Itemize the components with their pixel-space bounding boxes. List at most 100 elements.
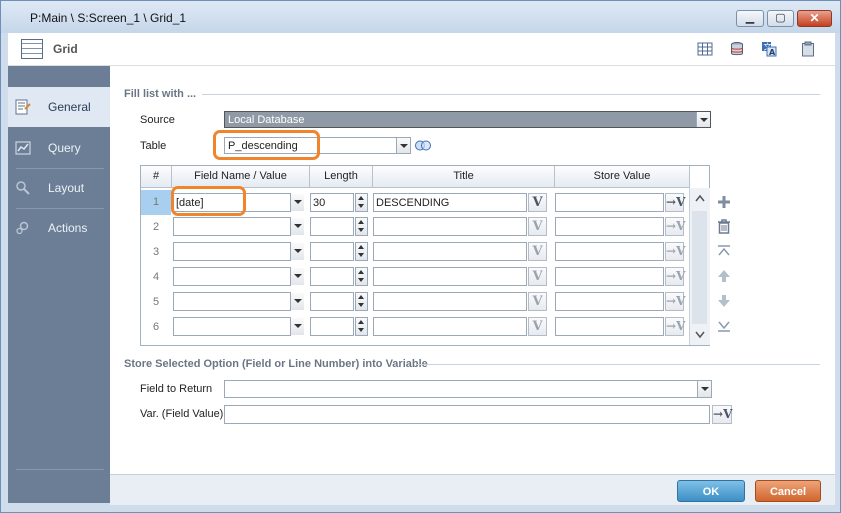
store-input[interactable] bbox=[555, 267, 664, 286]
row-number[interactable]: 1 bbox=[141, 190, 171, 215]
title-variable-button[interactable]: V bbox=[528, 317, 547, 336]
title-input[interactable]: DESCENDING bbox=[373, 193, 527, 212]
title-input[interactable] bbox=[373, 267, 527, 286]
scroll-up-icon[interactable] bbox=[695, 194, 705, 202]
translate-icon[interactable]: 文 A bbox=[761, 41, 777, 57]
database-icon[interactable] bbox=[729, 41, 745, 57]
title-input[interactable] bbox=[373, 317, 527, 336]
sidebar-item-general[interactable]: General bbox=[8, 87, 110, 127]
table-highlight bbox=[213, 130, 320, 160]
length-stepper[interactable] bbox=[355, 242, 368, 261]
table-label: Table bbox=[140, 140, 167, 152]
chevron-down-icon[interactable] bbox=[290, 218, 304, 235]
chevron-down-icon[interactable] bbox=[290, 268, 304, 285]
title-input[interactable] bbox=[373, 217, 527, 236]
section-divider bbox=[417, 364, 820, 365]
store-variable-button[interactable]: →V bbox=[665, 292, 685, 311]
title-variable-button[interactable]: V bbox=[528, 217, 547, 236]
table-view-icon[interactable] bbox=[697, 41, 713, 57]
row-number[interactable]: 5 bbox=[141, 290, 171, 315]
length-input[interactable] bbox=[310, 267, 354, 286]
move-top-icon[interactable] bbox=[716, 243, 732, 259]
store-variable-button[interactable]: →V bbox=[665, 242, 685, 261]
source-label: Source bbox=[140, 114, 175, 126]
field-select[interactable] bbox=[173, 217, 304, 236]
sidebar-item-label: Query bbox=[48, 141, 81, 155]
grid-header-number: # bbox=[141, 166, 172, 188]
grid-scrollbar[interactable] bbox=[689, 188, 710, 345]
add-row-icon[interactable] bbox=[716, 194, 732, 210]
move-up-icon[interactable] bbox=[716, 268, 732, 284]
title-variable-button[interactable]: V bbox=[528, 193, 547, 212]
grid-header-length: Length bbox=[310, 166, 373, 188]
close-button[interactable]: ✕ bbox=[797, 10, 832, 27]
var-variable-button[interactable]: →V bbox=[712, 405, 732, 424]
ok-button[interactable]: OK bbox=[677, 480, 745, 502]
sidebar-item-layout[interactable]: Layout bbox=[8, 168, 110, 208]
store-input[interactable] bbox=[555, 317, 664, 336]
length-stepper[interactable] bbox=[355, 292, 368, 311]
window-title: P:Main \ S:Screen_1 \ Grid_1 bbox=[30, 11, 187, 25]
sidebar-item-query[interactable]: Query bbox=[8, 128, 110, 168]
sidebar-item-label: Layout bbox=[48, 181, 85, 195]
title-input[interactable] bbox=[373, 242, 527, 261]
length-stepper[interactable] bbox=[355, 317, 368, 336]
length-input[interactable] bbox=[310, 242, 354, 261]
store-section-title: Store Selected Option (Field or Line Num… bbox=[124, 358, 428, 370]
move-down-icon[interactable] bbox=[716, 293, 732, 309]
maximize-button[interactable]: ▢ bbox=[767, 10, 794, 27]
delete-row-icon[interactable] bbox=[716, 218, 732, 234]
chevron-down-icon[interactable] bbox=[290, 318, 304, 335]
store-variable-button[interactable]: →V bbox=[665, 267, 685, 286]
var-input[interactable] bbox=[224, 405, 710, 424]
row-number[interactable]: 6 bbox=[141, 315, 171, 340]
dialog-window: P:Main \ S:Screen_1 \ Grid_1 ▁ ▢ ✕ Grid … bbox=[0, 0, 841, 513]
link-icon[interactable] bbox=[414, 138, 432, 153]
length-stepper[interactable] bbox=[355, 193, 368, 212]
title-input[interactable] bbox=[373, 292, 527, 311]
title-variable-button[interactable]: V bbox=[528, 267, 547, 286]
title-variable-button[interactable]: V bbox=[528, 242, 547, 261]
field-select[interactable] bbox=[173, 242, 304, 261]
sidebar-item-label: General bbox=[48, 100, 91, 114]
move-bottom-icon[interactable] bbox=[716, 318, 732, 334]
chevron-down-icon[interactable] bbox=[290, 243, 304, 260]
store-input[interactable] bbox=[555, 193, 664, 212]
length-input[interactable] bbox=[310, 292, 354, 311]
scrollbar-thumb[interactable] bbox=[692, 211, 707, 324]
title-variable-button[interactable]: V bbox=[528, 292, 547, 311]
grid-header-store: Store Value bbox=[555, 166, 690, 188]
row-number[interactable]: 2 bbox=[141, 215, 171, 240]
chevron-down-icon[interactable] bbox=[696, 112, 710, 127]
field-select[interactable] bbox=[173, 317, 304, 336]
section-divider bbox=[202, 94, 820, 95]
field-select[interactable] bbox=[173, 292, 304, 311]
field-return-select[interactable] bbox=[224, 380, 712, 398]
chevron-down-icon[interactable] bbox=[290, 194, 304, 211]
store-variable-button[interactable]: →V bbox=[665, 317, 685, 336]
clipboard-icon[interactable] bbox=[800, 41, 816, 57]
row-number[interactable]: 4 bbox=[141, 265, 171, 290]
length-input[interactable] bbox=[310, 317, 354, 336]
store-input[interactable] bbox=[555, 217, 664, 236]
store-input[interactable] bbox=[555, 292, 664, 311]
chevron-down-icon[interactable] bbox=[697, 381, 711, 397]
cancel-button[interactable]: Cancel bbox=[755, 480, 821, 502]
sidebar-item-actions[interactable]: Actions bbox=[8, 208, 110, 248]
chevron-down-icon[interactable] bbox=[396, 138, 410, 153]
store-variable-button[interactable]: →V bbox=[665, 193, 685, 212]
length-input[interactable]: 30 bbox=[310, 193, 354, 212]
length-stepper[interactable] bbox=[355, 267, 368, 286]
length-input[interactable] bbox=[310, 217, 354, 236]
row-number[interactable]: 3 bbox=[141, 240, 171, 265]
field-select[interactable] bbox=[173, 267, 304, 286]
chevron-down-icon[interactable] bbox=[290, 293, 304, 310]
store-input[interactable] bbox=[555, 242, 664, 261]
title-bar[interactable]: P:Main \ S:Screen_1 \ Grid_1 ▁ ▢ ✕ bbox=[1, 1, 840, 33]
scroll-down-icon[interactable] bbox=[695, 331, 705, 339]
source-select[interactable]: Local Database bbox=[224, 111, 711, 128]
actions-icon bbox=[16, 221, 29, 235]
store-variable-button[interactable]: →V bbox=[665, 217, 685, 236]
length-stepper[interactable] bbox=[355, 217, 368, 236]
minimize-button[interactable]: ▁ bbox=[736, 10, 764, 27]
